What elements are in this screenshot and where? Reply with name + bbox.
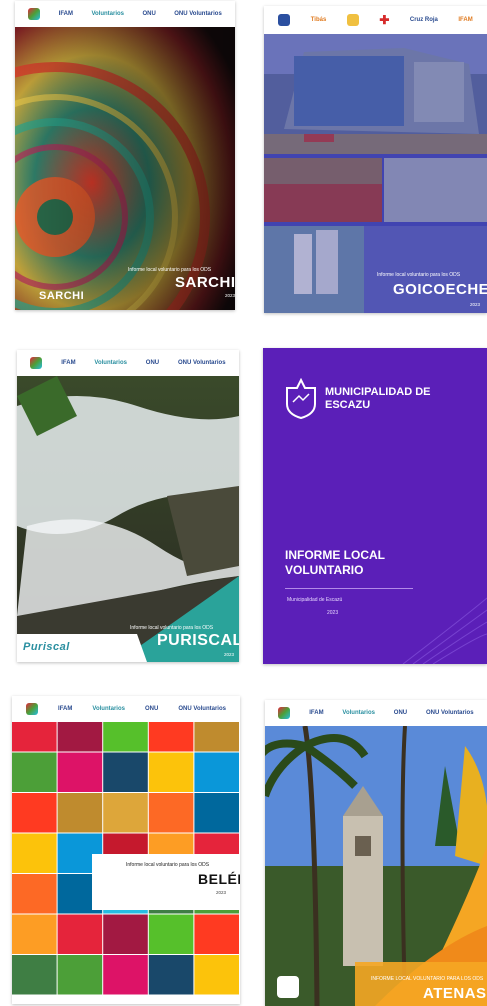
cover-year: 2023 [470, 302, 481, 307]
report-cover-atenas[interactable]: IFAM Voluntarios ONU ONU Voluntarios INF… [265, 700, 487, 1006]
logo-ifam: IFAM [61, 360, 76, 366]
sdg-tile [57, 752, 103, 792]
logo-voluntarios: Voluntarios [342, 710, 375, 716]
logo-ifam: IFAM [458, 17, 473, 23]
logo-voluntarios: Voluntarios [91, 11, 124, 17]
logo-voluntarios: Voluntarios [94, 360, 127, 366]
sdg-tile [57, 914, 103, 954]
sdg-tile [103, 914, 148, 954]
sdg-tile [103, 793, 148, 833]
logo-onu: ONU [393, 710, 408, 716]
partner-logos-bar: IFAM Voluntarios ONU ONU Voluntarios [265, 700, 487, 726]
cover-title: PURISCAL [157, 632, 239, 649]
cover-year: 2023 [225, 293, 235, 298]
report-cover-sarchi[interactable]: IFAM Voluntarios ONU ONU Voluntarios Inf… [15, 1, 235, 310]
municipality-logo: SARCHI [39, 290, 85, 302]
report-cover-puriscal[interactable]: IFAM Voluntarios ONU ONU Voluntarios Inf… [17, 350, 239, 662]
waterfall-image [17, 376, 239, 662]
sdg-tile [194, 955, 239, 995]
sdg-tile [148, 722, 194, 752]
logo-emblem [346, 14, 359, 26]
logo-onu: ONU [142, 11, 156, 17]
sdg-tile [12, 793, 57, 833]
partner-logos-bar: IFAM Voluntarios ONU ONU Voluntarios [15, 1, 235, 27]
logo-onu-voluntarios: ONU Voluntarios [174, 11, 222, 17]
logo-onu-voluntarios: ONU Voluntarios [178, 706, 226, 712]
sdg-tile [57, 793, 103, 833]
sdg-tile [148, 914, 194, 954]
sdg-tile [57, 955, 103, 995]
logo-onu-voluntarios: ONU Voluntarios [177, 360, 226, 366]
cover-title: ATENAS [423, 985, 487, 1002]
sdg-tile [12, 752, 57, 792]
decorative-lines [402, 597, 487, 664]
cover-year: 2023 [216, 890, 227, 895]
cover-subtitle: Informe local voluntario para los ODS [126, 862, 210, 868]
logo-voluntarios: Voluntarios [92, 706, 125, 712]
report-cover-belen[interactable]: IFAM Voluntarios ONU ONU Voluntarios Inf… [12, 696, 240, 1004]
sdg-tile [103, 722, 148, 752]
sdg-tile [194, 722, 239, 752]
partner-logos-bar: IFAM Voluntarios ONU ONU Voluntarios [12, 696, 240, 722]
sdg-tile [194, 793, 239, 833]
cover-subtitle: INFORME LOCAL VOLUNTARIO PARA LOS ODS [371, 976, 484, 982]
cover-subtitle: Informe local voluntario para los ODS [377, 272, 461, 278]
sdg-tile [12, 722, 57, 752]
logo-onu: ONU [145, 706, 159, 712]
municipality-logo: Puriscal [23, 641, 70, 653]
cover-year: 2023 [224, 652, 235, 657]
shield-icon [278, 14, 291, 26]
sdg-tile [57, 722, 103, 752]
report-cover-escazu[interactable]: MUNICIPALIDAD DE ESCAZU INFORME LOCAL VO… [263, 348, 487, 664]
logo-ifam: IFAM [58, 11, 73, 17]
cover-title: GOICOECHEA [393, 281, 487, 298]
partner-logos-bar: IFAM Voluntarios ONU ONU Voluntarios [17, 350, 239, 376]
sdg-tile [194, 752, 239, 792]
sdg-tile [148, 793, 194, 833]
sdg-logo [26, 703, 39, 715]
sdg-tile [12, 874, 57, 914]
cover-title: BELÉN [198, 871, 240, 887]
sdg-tile [12, 955, 57, 995]
sdg-tile [194, 914, 239, 954]
sdg-tile [12, 833, 57, 873]
sdg-tile [148, 752, 194, 792]
logo-onu-voluntarios: ONU Voluntarios [425, 710, 474, 716]
cover-subtitle: Informe local voluntario para los ODS [130, 625, 214, 631]
sdg-logo [28, 8, 41, 20]
logo-tibas: Tibás [310, 17, 327, 23]
report-cover-goicoechea[interactable]: Tibás ✚ Cruz Roja IFAM Informe local vol… [264, 6, 487, 313]
sdg-tile [103, 752, 148, 792]
sdg-logo [278, 707, 291, 719]
church-and-palms-image [265, 726, 487, 1006]
logo-ifam: IFAM [58, 706, 73, 712]
logo-cruz-roja: Cruz Roja [409, 17, 438, 23]
sdg-tile [12, 914, 57, 954]
sdg-logo [30, 357, 43, 369]
sdg-tile [103, 955, 148, 995]
logo-onu: ONU [145, 360, 160, 366]
sdg-tile [148, 955, 194, 995]
partner-logos-bar: Tibás ✚ Cruz Roja IFAM [264, 6, 487, 34]
cover-title: SARCHI [175, 274, 235, 291]
logo-ifam: IFAM [309, 710, 324, 716]
red-cross-icon: ✚ [379, 13, 390, 27]
cover-subtitle: Informe local voluntario para los ODS [128, 267, 212, 273]
